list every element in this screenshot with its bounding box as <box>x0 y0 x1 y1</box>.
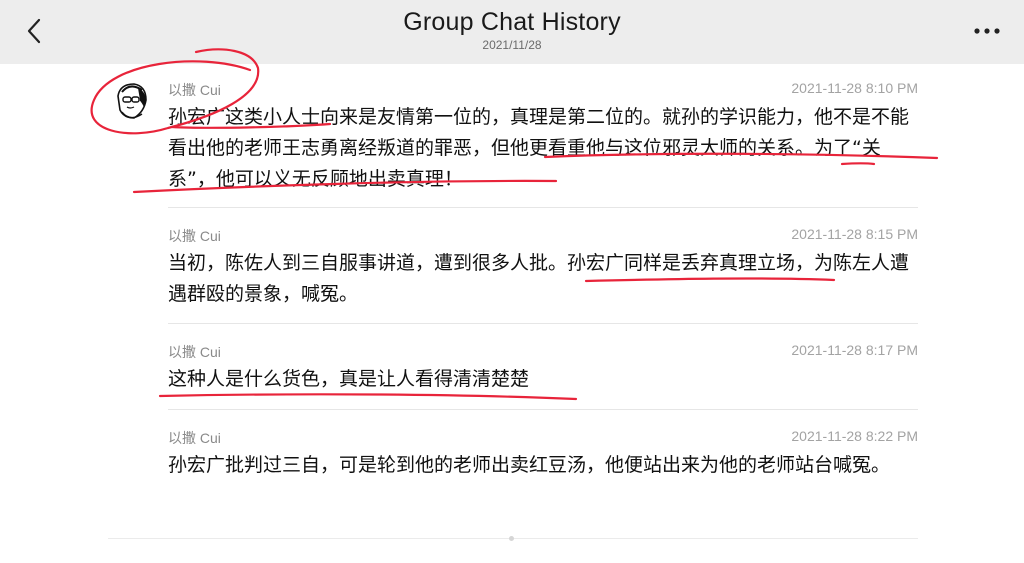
nav-bar: Group Chat History 2021/11/28 <box>0 0 1024 64</box>
page-date: 2021/11/28 <box>482 38 542 52</box>
message-text: 当初，陈佐人到三自服事讲道，遭到很多人批。孙宏广同样是丢弃真理立场，为陈左人遭遇… <box>168 252 910 305</box>
message-text: 这种人是什么货色，真是让人看得清清楚楚 <box>168 368 530 390</box>
divider <box>168 323 918 324</box>
avatar-portrait-icon <box>117 83 147 119</box>
sender-name: 以撒 Cui <box>168 82 221 98</box>
divider <box>168 409 918 410</box>
more-horizontal-icon <box>974 28 1000 34</box>
message-time: 2021-11-28 8:17 PM <box>791 342 918 358</box>
more-button[interactable] <box>970 18 1004 44</box>
list-item[interactable]: 以撒 Cui 2021-11-28 8:17 PM 这种人是什么货色，真是让人看… <box>168 342 918 395</box>
divider <box>168 207 918 208</box>
page-title: Group Chat History <box>403 8 621 36</box>
list-item[interactable]: 以撒 Cui 2021-11-28 8:15 PM 当初，陈佐人到三自服事讲道，… <box>168 226 918 310</box>
message-time: 2021-11-28 8:10 PM <box>791 80 918 96</box>
sender-name: 以撒 Cui <box>168 430 221 446</box>
avatar[interactable] <box>108 78 152 122</box>
message-text: 孙宏广批判过三自，可是轮到他的老师出卖红豆汤，他便站出来为他的老师站台喊冤。 <box>168 454 891 476</box>
list-item[interactable]: 以撒 Cui 2021-11-28 8:10 PM 孙宏广这类小人士向来是友情第… <box>168 80 918 195</box>
list-item[interactable]: 以撒 Cui 2021-11-28 8:22 PM 孙宏广批判过三自，可是轮到他… <box>168 428 918 481</box>
message-text: 孙宏广这类小人士向来是友情第一位的，真理是第二位的。就孙的学识能力，他不是不能看… <box>168 106 910 190</box>
list-end-dot <box>509 536 514 541</box>
sender-name: 以撒 Cui <box>168 344 221 360</box>
sender-name: 以撒 Cui <box>168 228 221 244</box>
message-time: 2021-11-28 8:22 PM <box>791 428 918 444</box>
message-time: 2021-11-28 8:15 PM <box>791 226 918 242</box>
